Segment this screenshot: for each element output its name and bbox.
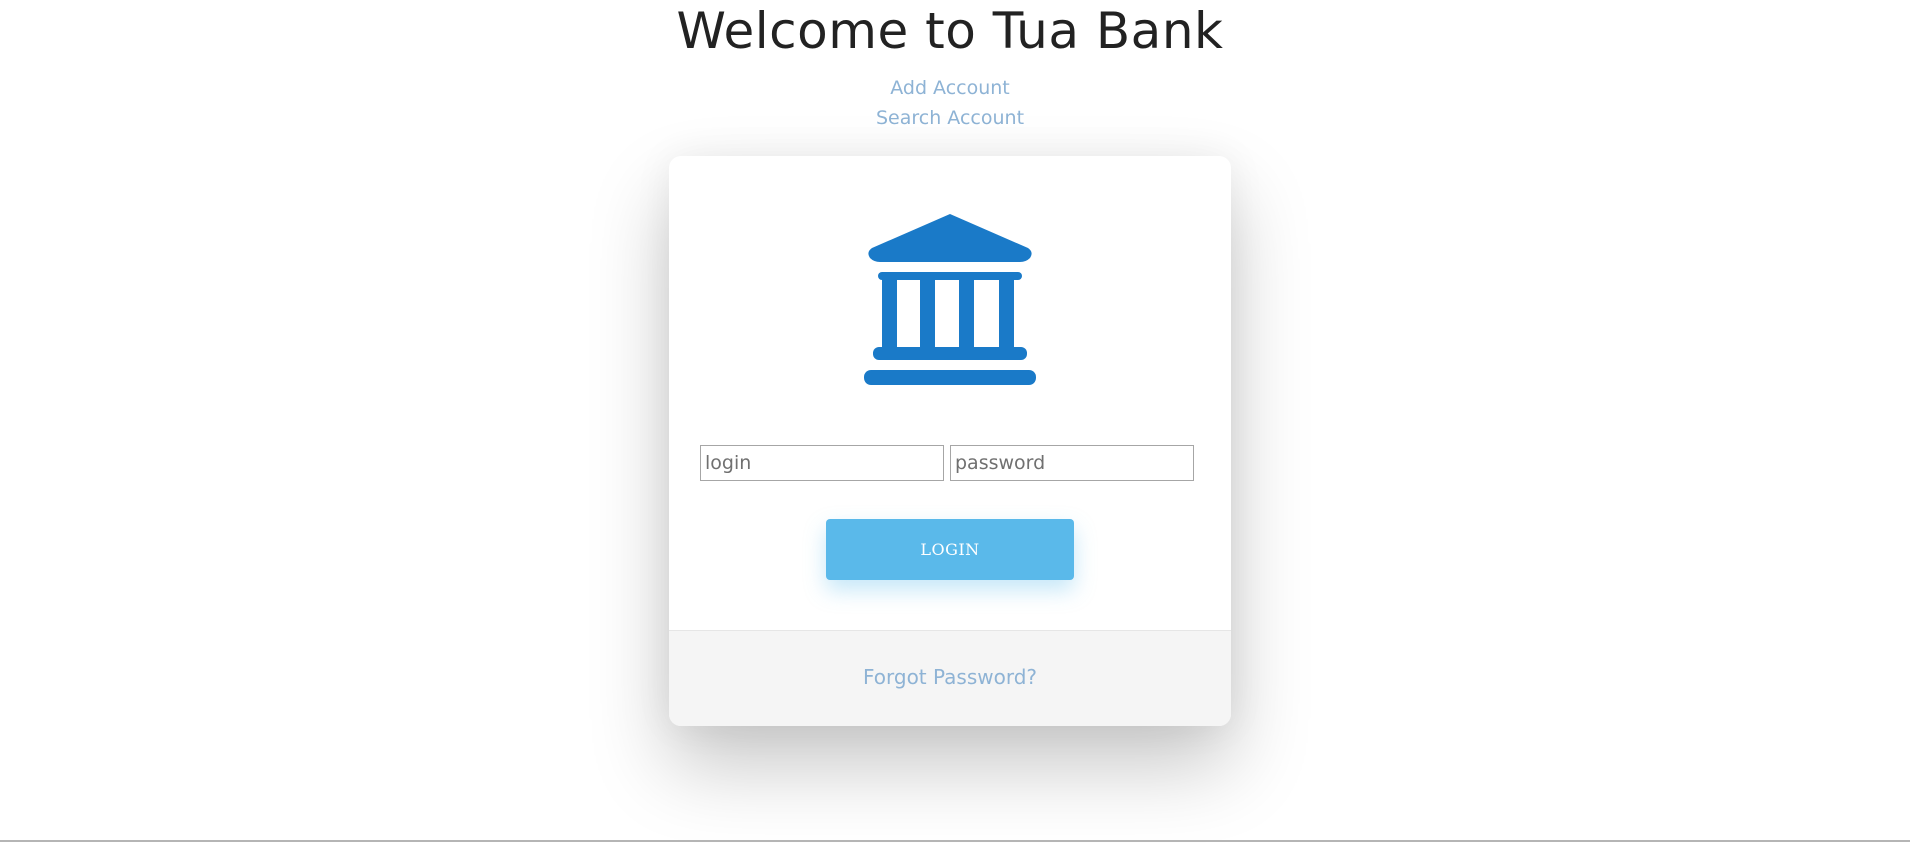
login-card: LOGIN Forgot Password? [669,156,1231,726]
password-input[interactable] [950,445,1194,481]
page-title: Welcome to Tua Bank [676,2,1224,60]
search-account-link[interactable]: Search Account [0,103,1900,133]
bank-icon [864,214,1036,385]
page: Welcome to Tua Bank Add Account Search A… [0,0,1910,843]
bottom-divider [0,840,1910,842]
nav-links: Add Account Search Account [0,73,1900,133]
login-button[interactable]: LOGIN [826,519,1074,580]
login-input[interactable] [700,445,944,481]
forgot-password-link[interactable]: Forgot Password? [863,665,1037,689]
card-footer: Forgot Password? [669,630,1231,726]
add-account-link[interactable]: Add Account [0,73,1900,103]
